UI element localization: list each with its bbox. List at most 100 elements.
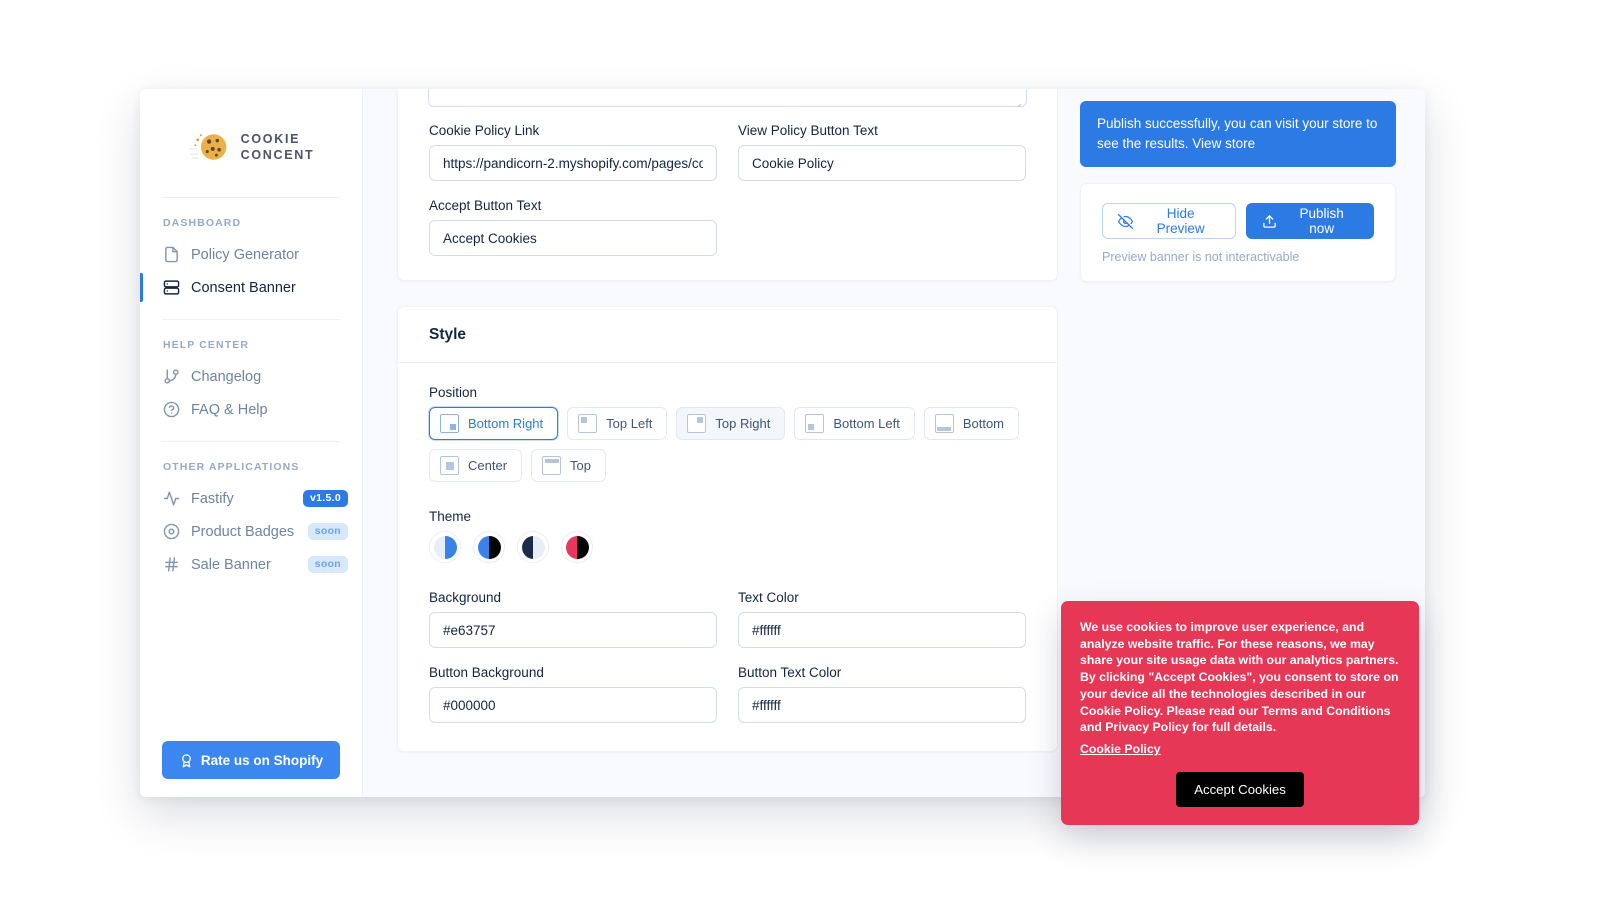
cookie-banner-text: We use cookies to improve user experienc… bbox=[1080, 620, 1399, 735]
publish-now-label: Publish now bbox=[1299, 206, 1344, 237]
sidebar-item-label: Sale Banner bbox=[191, 556, 271, 573]
publish-success-alert[interactable]: Publish successfully, you can visit your… bbox=[1080, 101, 1396, 168]
sidebar: COOKIE CONCENT DASHBOARD Policy Generato… bbox=[140, 89, 363, 797]
cookie-policy-link-input[interactable] bbox=[429, 145, 717, 181]
position-option-label: Top Left bbox=[606, 416, 653, 431]
cookie-banner-accept-button[interactable]: Accept Cookies bbox=[1176, 772, 1304, 808]
style-card-body: Position Bottom Right Top Left Top Right… bbox=[398, 363, 1057, 751]
style-card-title: Style bbox=[398, 307, 1057, 363]
background-color-label: Background bbox=[429, 590, 502, 605]
position-option-label: Center bbox=[468, 458, 508, 473]
award-icon bbox=[179, 753, 194, 768]
position-option-bottom[interactable]: Bottom bbox=[923, 407, 1020, 440]
accept-button-text-input[interactable] bbox=[429, 220, 717, 256]
theme-swatches bbox=[429, 531, 1026, 563]
sidebar-item-faq-help[interactable]: FAQ & Help bbox=[140, 393, 362, 426]
sidebar-item-label: Fastify bbox=[191, 490, 234, 507]
sidebar-item-label: FAQ & Help bbox=[191, 401, 268, 418]
position-option-bottom-left[interactable]: Bottom Left bbox=[794, 407, 915, 440]
button-text-color-label: Button Text Color bbox=[738, 665, 842, 680]
preview-controls-card: Hide Preview Publish now Preview banner … bbox=[1080, 183, 1396, 283]
position-option-bottom-right[interactable]: Bottom Right bbox=[429, 407, 559, 440]
sidebar-item-label: Product Badges bbox=[191, 523, 295, 540]
view-policy-button-text-field: View Policy Button Text bbox=[738, 123, 1026, 181]
sidebar-item-consent-banner[interactable]: Consent Banner bbox=[140, 271, 362, 304]
settings-form-column: our Terms and Conditions and Privacy Pol… bbox=[363, 89, 1058, 797]
target-icon bbox=[163, 523, 180, 540]
hide-preview-button[interactable]: Hide Preview bbox=[1102, 203, 1237, 240]
server-icon bbox=[163, 279, 180, 296]
text-color-field: Text Color bbox=[738, 590, 1026, 648]
message-textarea-clipped: our Terms and Conditions and Privacy Pol… bbox=[428, 89, 1027, 107]
button-background-input[interactable] bbox=[429, 687, 717, 723]
theme-label: Theme bbox=[429, 509, 472, 524]
cookie-policy-link-field: Cookie Policy Link bbox=[429, 123, 717, 181]
background-color-field: Background bbox=[429, 590, 717, 648]
cookie-icon bbox=[188, 127, 232, 167]
button-text-color-field: Button Text Color bbox=[738, 665, 1026, 723]
pos-bottom-right-icon bbox=[440, 414, 459, 433]
sidebar-item-fastify[interactable]: Fastify v1.5.0 bbox=[140, 482, 362, 515]
position-option-label: Bottom Right bbox=[468, 416, 544, 431]
position-option-label: Top Right bbox=[715, 416, 771, 431]
file-icon bbox=[163, 246, 180, 263]
theme-swatch-split-icon bbox=[433, 535, 457, 559]
position-option-top-left[interactable]: Top Left bbox=[567, 407, 668, 440]
sidebar-section-heading-dashboard: DASHBOARD bbox=[163, 217, 242, 229]
resize-grip-icon[interactable] bbox=[1015, 96, 1022, 107]
position-option-top-right[interactable]: Top Right bbox=[676, 407, 786, 440]
view-policy-button-text-input[interactable] bbox=[738, 145, 1026, 181]
sidebar-item-policy-generator[interactable]: Policy Generator bbox=[140, 238, 362, 271]
logo-line-2: CONCENT bbox=[240, 148, 315, 162]
message-textarea[interactable]: our Terms and Conditions and Privacy Pol… bbox=[428, 89, 1027, 107]
position-option-label: Bottom Left bbox=[833, 416, 900, 431]
position-option-top[interactable]: Top bbox=[531, 449, 606, 482]
publish-now-button[interactable]: Publish now bbox=[1246, 203, 1374, 240]
pos-top-icon bbox=[542, 456, 562, 475]
logo-text: COOKIE CONCENT bbox=[241, 131, 315, 163]
theme-swatch-3[interactable] bbox=[517, 531, 549, 563]
position-option-center[interactable]: Center bbox=[429, 449, 523, 482]
sidebar-item-label: Changelog bbox=[191, 368, 262, 385]
sidebar-item-product-badges[interactable]: Product Badges soon bbox=[140, 515, 362, 548]
accept-button-text-row: Accept Button Text bbox=[429, 198, 1026, 256]
text-color-input[interactable] bbox=[738, 612, 1026, 648]
pos-top-left-icon bbox=[578, 414, 598, 433]
activity-icon bbox=[163, 490, 180, 507]
sidebar-badge-soon: soon bbox=[307, 556, 348, 573]
eye-off-icon bbox=[1118, 213, 1133, 229]
pos-bottom-icon bbox=[934, 414, 954, 433]
screen: COOKIE CONCENT DASHBOARD Policy Generato… bbox=[0, 0, 1600, 900]
link-and-button-text-row: Cookie Policy Link View Policy Button Te… bbox=[429, 123, 1026, 181]
view-policy-button-text-label: View Policy Button Text bbox=[738, 123, 878, 138]
theme-swatch-split-icon bbox=[565, 535, 589, 559]
button-text-color-input[interactable] bbox=[738, 687, 1026, 723]
help-circle-icon bbox=[163, 401, 180, 418]
sidebar-badge-soon: soon bbox=[307, 523, 348, 540]
pos-top-right-icon bbox=[687, 414, 707, 433]
style-card: Style Position Bottom Right Top Left Top… bbox=[397, 306, 1058, 752]
sidebar-item-sale-banner[interactable]: Sale Banner soon bbox=[140, 548, 362, 581]
content-settings-card: our Terms and Conditions and Privacy Pol… bbox=[397, 89, 1058, 281]
background-color-input[interactable] bbox=[429, 612, 717, 648]
position-option-label: Top bbox=[570, 458, 591, 473]
app-logo: COOKIE CONCENT bbox=[140, 89, 362, 197]
rate-button-label: Rate us on Shopify bbox=[200, 752, 324, 768]
empty-cell bbox=[738, 198, 1026, 256]
theme-swatch-1[interactable] bbox=[429, 531, 461, 563]
background-text-color-row: Background Text Color bbox=[429, 590, 1026, 648]
preview-hint-text: Preview banner is not interactivable bbox=[1102, 250, 1300, 265]
accept-button-text-field: Accept Button Text bbox=[429, 198, 717, 256]
cookie-banner-preview: We use cookies to improve user experienc… bbox=[1061, 601, 1419, 826]
accept-button-text-label: Accept Button Text bbox=[429, 198, 542, 213]
sidebar-section-heading-help: HELP CENTER bbox=[163, 339, 249, 351]
theme-swatch-4[interactable] bbox=[561, 531, 593, 563]
position-option-label: Bottom bbox=[962, 416, 1005, 431]
theme-swatch-2[interactable] bbox=[473, 531, 505, 563]
cookie-banner-policy-link[interactable]: Cookie Policy bbox=[1080, 742, 1161, 756]
upload-icon bbox=[1262, 214, 1277, 229]
rate-us-on-shopify-button[interactable]: Rate us on Shopify bbox=[162, 741, 340, 779]
sidebar-item-changelog[interactable]: Changelog bbox=[140, 360, 362, 393]
hash-icon bbox=[163, 556, 180, 573]
hide-preview-label: Hide Preview bbox=[1156, 206, 1205, 237]
